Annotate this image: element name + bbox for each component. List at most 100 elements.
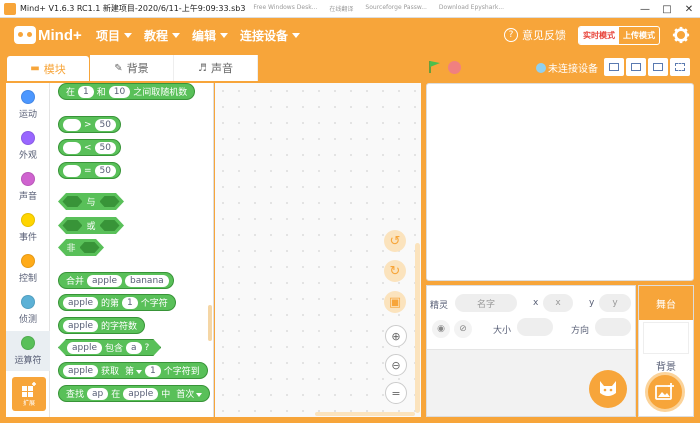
and-block[interactable]: 与	[58, 193, 124, 210]
large-stage-button[interactable]	[626, 58, 646, 76]
feedback-button[interactable]: ? 意见反馈	[504, 27, 566, 43]
number-input[interactable]: 50	[94, 164, 116, 177]
get-char-block[interactable]: apple 获取 第 1 个字符到	[58, 362, 208, 379]
show-sprite-icon[interactable]: ◉	[432, 320, 450, 338]
number-input[interactable]: 1	[145, 364, 161, 377]
number-input[interactable]: 50	[94, 118, 116, 131]
position-dropdown[interactable]: 第	[125, 364, 143, 377]
redo-icon: ↻	[389, 263, 401, 279]
text-input[interactable]: apple	[87, 274, 122, 287]
extension-button[interactable]: 扩展	[12, 377, 46, 411]
redo-button[interactable]: ↻	[384, 260, 406, 282]
boolean-slot[interactable]	[62, 196, 82, 207]
menu-connect-device[interactable]: 连接设备	[240, 27, 301, 44]
boolean-slot[interactable]	[100, 196, 120, 207]
upload-mode-button[interactable]: 上传模式	[619, 27, 659, 44]
not-block[interactable]: 非	[58, 239, 104, 256]
number-input[interactable]: 10	[108, 85, 131, 98]
gear-icon[interactable]	[672, 26, 690, 44]
text-input[interactable]: apple	[67, 342, 102, 354]
stage-selector[interactable]: 舞台 背景	[638, 285, 694, 417]
app-window: Mind+ V1.6.3 RC1.1 新建项目-2020/6/11-上午9:09…	[0, 0, 700, 423]
cleanup-button[interactable]: ▣	[384, 291, 406, 313]
text-input[interactable]: apple	[63, 319, 98, 332]
category-looks[interactable]: 外观	[6, 126, 50, 166]
boolean-slot[interactable]	[62, 220, 82, 231]
category-motion[interactable]: 运动	[6, 85, 50, 125]
length-block[interactable]: apple 的字符数	[58, 317, 145, 334]
realtime-mode-button[interactable]: 实时模式	[579, 26, 619, 44]
menu-project[interactable]: 项目	[96, 27, 133, 44]
join-block[interactable]: 合并 apple banana	[58, 272, 174, 289]
small-stage-button[interactable]	[604, 58, 624, 76]
minimize-button[interactable]: —	[634, 0, 656, 18]
palette-scrollbar[interactable]	[208, 305, 212, 341]
maximize-button[interactable]: □	[656, 0, 678, 18]
script-horizontal-scrollbar[interactable]	[315, 412, 415, 416]
stage-canvas[interactable]	[426, 83, 694, 281]
zoom-out-button[interactable]: ⊖	[385, 354, 407, 376]
block-text: 包含	[104, 344, 123, 354]
add-sprite-button[interactable]	[589, 370, 627, 408]
random-block[interactable]: 在 1 和 10 之间取随机数	[58, 83, 196, 100]
undo-button[interactable]: ↺	[384, 230, 406, 252]
equals-block[interactable]: = 50	[58, 162, 121, 179]
find-block[interactable]: 查找 ap 在 apple 中 首次	[58, 385, 211, 402]
close-button[interactable]: ✕	[678, 0, 700, 18]
background-tab[interactable]: Free Windows Desk...	[253, 4, 317, 13]
fullscreen-button[interactable]	[670, 58, 690, 76]
text-input[interactable]: apple	[63, 364, 98, 377]
hide-sprite-icon[interactable]: ⊘	[454, 320, 472, 338]
y-input[interactable]: y	[599, 294, 631, 312]
tab-backdrops[interactable]: ✎ 背景	[90, 55, 174, 81]
hide-stage-button[interactable]	[648, 58, 668, 76]
text-input[interactable]: apple	[123, 387, 159, 400]
text-input[interactable]: banana	[125, 274, 169, 287]
green-flag-icon[interactable]	[428, 60, 442, 74]
empty-input[interactable]	[63, 141, 81, 154]
x-input[interactable]: x	[543, 294, 573, 312]
stage-controls	[428, 60, 461, 74]
category-sensing[interactable]: 侦测	[6, 290, 50, 330]
occurrence-dropdown[interactable]: 首次	[176, 387, 203, 400]
category-control[interactable]: 控制	[6, 249, 50, 289]
category-events[interactable]: 事件	[6, 208, 50, 248]
greater-than-block[interactable]: > 50	[58, 116, 121, 133]
boolean-slot[interactable]	[80, 242, 100, 253]
background-tab[interactable]: Sourceforge Passw...	[365, 4, 427, 13]
script-vertical-scrollbar[interactable]	[415, 243, 420, 413]
stage-thumbnail[interactable]	[643, 322, 689, 354]
letter-of-block[interactable]: apple 的第 1 个字符	[58, 294, 176, 311]
category-operators[interactable]: 运算符	[6, 331, 50, 371]
or-block[interactable]: 或	[58, 217, 124, 234]
stop-icon[interactable]	[448, 60, 461, 74]
zoom-reset-button[interactable]: =	[385, 382, 407, 404]
text-input[interactable]: apple	[63, 296, 98, 309]
number-input[interactable]: 50	[94, 141, 116, 154]
number-input[interactable]: 1	[78, 85, 94, 98]
category-sound[interactable]: 声音	[6, 167, 50, 207]
size-input[interactable]	[517, 318, 553, 336]
text-input[interactable]: a	[126, 342, 142, 354]
tab-row: ▬ 模块 ✎ 背景 ♬ 声音 未连接设备	[0, 52, 700, 83]
menu-edit[interactable]: 编辑	[192, 27, 229, 44]
add-backdrop-button[interactable]	[645, 372, 685, 412]
empty-input[interactable]	[63, 164, 81, 177]
direction-input[interactable]	[595, 318, 631, 336]
script-area[interactable]: ↺ ↻ ▣ ⊕ ⊖ =	[215, 83, 421, 417]
text-input[interactable]: ap	[87, 387, 109, 400]
background-tab[interactable]: 在线翻译	[329, 4, 353, 13]
empty-input[interactable]	[63, 118, 81, 131]
sprite-name-input[interactable]: 名字	[455, 294, 517, 312]
connection-status[interactable]: 未连接设备	[536, 60, 598, 75]
tab-blocks[interactable]: ▬ 模块	[6, 55, 90, 81]
boolean-slot[interactable]	[100, 220, 120, 231]
less-than-block[interactable]: < 50	[58, 139, 121, 156]
logo: Mind+	[14, 26, 88, 44]
zoom-in-button[interactable]: ⊕	[385, 325, 407, 347]
background-tab[interactable]: Download Epyshark...	[439, 4, 504, 13]
tab-sounds[interactable]: ♬ 声音	[174, 55, 258, 81]
contains-block[interactable]: apple 包含 a ?	[58, 339, 161, 356]
number-input[interactable]: 1	[122, 296, 138, 309]
menu-tutorial[interactable]: 教程	[144, 27, 181, 44]
